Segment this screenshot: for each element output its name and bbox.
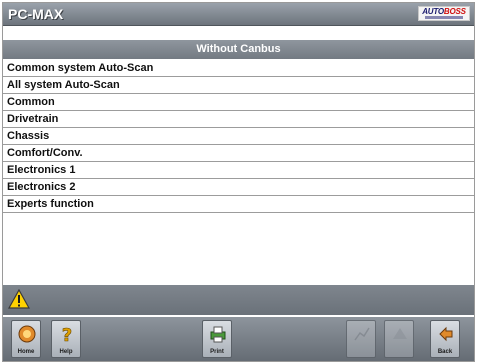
section-header: Without Canbus [3,40,474,59]
menu-item-all-system-auto-scan[interactable]: All system Auto-Scan [3,77,474,94]
title-bar: PC-MAX AUTOBOSS [3,3,474,26]
menu-item-chassis[interactable]: Chassis [3,128,474,145]
up-icon [393,328,407,339]
section-title: Without Canbus [196,43,281,55]
svg-text:?: ? [62,325,72,344]
home-button[interactable]: Home [11,320,41,358]
brand-name-part2: BOSS [443,7,466,16]
chart-icon [354,327,370,341]
print-button[interactable]: Print [202,320,232,358]
menu-item-electronics-1[interactable]: Electronics 1 [3,162,474,179]
menu-item-experts-function[interactable]: Experts function [3,196,474,213]
menu-item-common-system-auto-scan[interactable]: Common system Auto-Scan [3,60,474,77]
system-menu-list: Common system Auto-Scan All system Auto-… [3,60,474,213]
back-button[interactable]: Back [430,320,460,358]
autoboss-logo: AUTOBOSS [418,6,470,21]
print-icon [210,326,226,343]
menu-item-common[interactable]: Common [3,94,474,111]
app-window: PC-MAX AUTOBOSS Without Canbus Common sy… [2,2,475,362]
back-icon [439,326,453,342]
brand-name: AUTOBOSS [419,7,469,16]
up-button [384,320,414,358]
bottom-toolbar: Home ? Help Print Back [3,317,474,361]
home-icon [18,325,36,343]
print-button-label: Print [210,349,224,355]
back-button-label: Back [437,349,453,355]
brand-underline [425,16,463,19]
warning-icon [8,289,30,309]
chart-button [346,320,376,358]
home-button-label: Home [17,349,35,355]
help-button[interactable]: ? Help [51,320,81,358]
app-title: PC-MAX [8,6,64,22]
help-button-label: Help [59,349,73,355]
menu-item-electronics-2[interactable]: Electronics 2 [3,179,474,196]
status-bar [3,285,474,315]
menu-item-comfort-conv[interactable]: Comfort/Conv. [3,145,474,162]
menu-item-drivetrain[interactable]: Drivetrain [3,111,474,128]
help-icon: ? [61,325,72,344]
brand-name-part1: AUTO [422,7,444,16]
